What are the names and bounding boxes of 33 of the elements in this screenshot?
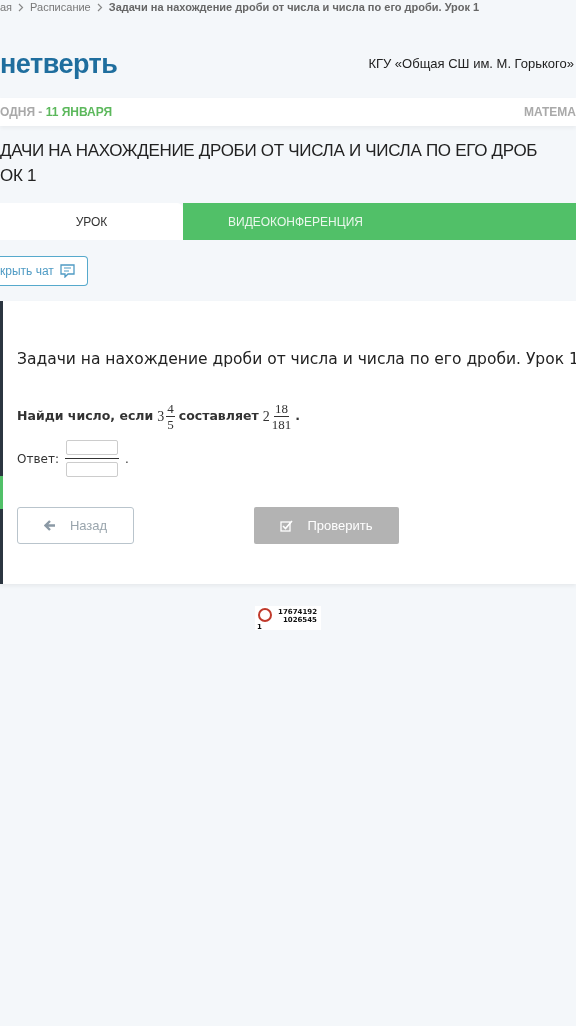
checkbox-icon [280, 519, 294, 532]
chevron-icon [96, 2, 103, 12]
denominator: 181 [271, 417, 292, 433]
denominator-field[interactable] [65, 462, 118, 478]
subject-name: МАТЕМА [523, 104, 576, 121]
numerator: 18 [273, 401, 289, 418]
school-name: КГУ «Общая СШ им. М. Горького» [368, 55, 574, 74]
denominator: 5 [167, 417, 174, 433]
lesson-title-line: ДАЧИ НА НАХОЖДЕНИЕ ДРОБИ ОТ ЧИСЛА И ЧИСЛА ПО ЕГО ДРОБ [0, 140, 539, 162]
numerator: 4 [166, 401, 175, 418]
breadcrumb-current: Задачи на нахождение дроби от числа и числа по его дроби. Урок 1 [108, 0, 480, 14]
lesson-title-line: ОК 1 [0, 165, 38, 187]
question-text: составляет [178, 407, 259, 426]
breadcrumb-link[interactable]: ая [0, 0, 13, 14]
date-prefix: ОДНЯ - [0, 105, 44, 119]
tab[interactable]: УРОК [0, 203, 183, 240]
whole-number: 3 [157, 408, 165, 427]
progress-marker [0, 476, 3, 509]
numerator-field[interactable] [65, 440, 118, 456]
chat-button[interactable]: крыть чат [0, 256, 88, 286]
chat-icon [59, 264, 75, 278]
question-text: Найди число, если [17, 407, 154, 426]
chevron-icon [18, 2, 25, 12]
answer-label: Ответ: [17, 450, 59, 468]
site-logo[interactable]: нетверть [0, 43, 118, 85]
arrow-left-icon [43, 520, 56, 532]
ring-icon [258, 608, 272, 622]
answer-end: . [124, 450, 129, 468]
question-end: . [295, 407, 300, 426]
whole-number: 2 [262, 408, 270, 427]
breadcrumb-link[interactable]: Расписание [30, 0, 91, 14]
back-button[interactable]: Назад [17, 507, 134, 545]
date-text: 11 ЯНВАРЯ [45, 105, 113, 119]
